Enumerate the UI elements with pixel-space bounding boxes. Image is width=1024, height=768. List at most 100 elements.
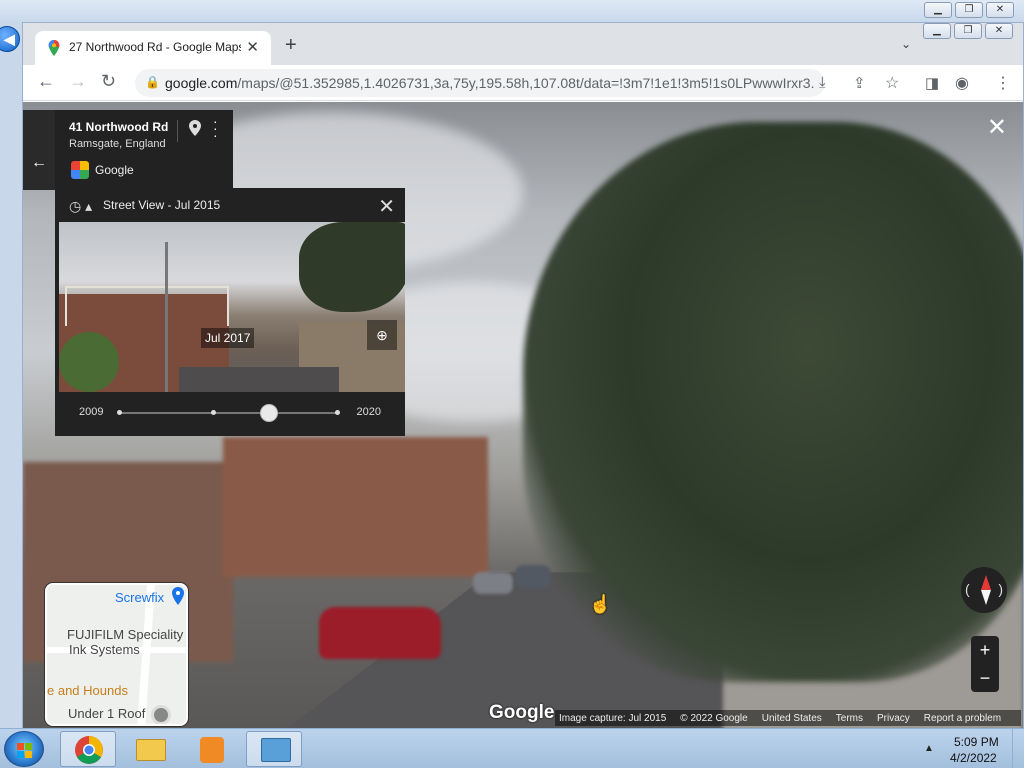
taskbar-media-player[interactable]: [184, 731, 240, 767]
browser-close-button[interactable]: ✕: [985, 23, 1013, 39]
new-tab-button[interactable]: +: [285, 34, 297, 57]
location-pin-icon[interactable]: [189, 120, 201, 136]
brick-building: [223, 437, 488, 577]
divider: [177, 120, 178, 142]
timeline-tick[interactable]: [335, 410, 340, 415]
side-panel-icon[interactable]: ◨: [925, 74, 939, 92]
more-options-icon[interactable]: · · ·: [213, 114, 218, 142]
thumb-plant: [59, 332, 119, 392]
time-machine-header: Street View - Jul 2015: [103, 198, 221, 212]
timeline-tick[interactable]: [117, 410, 122, 415]
google-maps-icon: [48, 40, 60, 56]
host-window-controls: ▁ ❐ ✕: [924, 2, 1014, 18]
place-region: Ramsgate, England: [69, 138, 166, 150]
taskbar-date[interactable]: 4/2/2022: [950, 751, 997, 765]
year-start-label: 2009: [79, 406, 104, 418]
taskbar-file-explorer[interactable]: [122, 731, 178, 767]
tab-close-icon[interactable]: ✕: [246, 38, 259, 56]
url-text[interactable]: google.com/maps/@51.352985,1.4026731,3a,…: [165, 75, 815, 91]
address-card: 41 Northwood Rd Ramsgate, England · · · Go…: [55, 110, 233, 190]
forward-icon[interactable]: →: [69, 71, 87, 92]
mini-map[interactable]: Screwfix FUJIFILM Speciality Ink Systems…: [45, 583, 188, 726]
zoom-out-button[interactable]: −: [971, 664, 999, 692]
rotate-left-icon[interactable]: (: [965, 581, 970, 597]
bookmark-star-icon[interactable]: ☆: [885, 73, 899, 93]
taskbar-chrome[interactable]: [60, 731, 116, 767]
windows-logo-icon: [25, 743, 32, 750]
timeline-slider-track[interactable]: [119, 412, 339, 414]
back-icon[interactable]: ←: [37, 71, 55, 92]
chrome-icon: [75, 736, 103, 764]
host-window-titlebar: [0, 0, 1024, 22]
street-view-panorama[interactable]: ✕ ← 41 Northwood Rd Ramsgate, England · ·…: [23, 102, 1023, 728]
back-arrow-icon: ◀: [4, 31, 15, 47]
remote-desktop-icon: [261, 738, 291, 762]
host-close-button[interactable]: ✕: [986, 2, 1014, 18]
map-label-fujifilm[interactable]: FUJIFILM Speciality: [67, 627, 183, 642]
profile-avatar-icon[interactable]: ◉: [955, 73, 969, 93]
compass-south-icon: [981, 590, 991, 605]
host-minimize-button[interactable]: ▁: [924, 2, 952, 18]
car: [515, 565, 551, 589]
timeline-tick[interactable]: [211, 410, 216, 415]
compass-control[interactable]: ( ): [961, 567, 1007, 613]
rotate-right-icon[interactable]: ): [998, 581, 1003, 597]
install-icon[interactable]: ⤓: [819, 74, 826, 91]
windows-logo-icon: [17, 743, 24, 750]
tab-google-maps[interactable]: 27 Northwood Rd - Google Maps ✕: [35, 31, 271, 65]
attribution-footer: Image capture: Jul 2015 © 2022 Google Un…: [555, 710, 1021, 726]
host-back-button[interactable]: ◀: [0, 26, 22, 52]
show-hidden-icons-icon[interactable]: ▲: [924, 743, 934, 754]
tab-title: 27 Northwood Rd - Google Maps: [69, 40, 241, 54]
place-name: 41 Northwood Rd: [69, 120, 169, 134]
source-label[interactable]: Google: [95, 163, 134, 177]
browser-toolbar: ← → ↻ 🔒 google.com/maps/@51.352985,1.402…: [23, 65, 1023, 101]
image-capture-date: Image capture: Jul 2015: [559, 712, 667, 724]
folder-icon: [136, 739, 166, 761]
timeline-slider-handle[interactable]: [259, 404, 278, 422]
browser-restore-button[interactable]: ❐: [954, 23, 982, 39]
close-icon[interactable]: ✕: [378, 194, 395, 219]
current-location-marker-icon: [151, 705, 171, 724]
google-watermark: Google: [489, 702, 555, 723]
show-desktop-button[interactable]: [1012, 729, 1024, 768]
car: [473, 572, 513, 594]
zoom-in-button[interactable]: +: [971, 636, 999, 664]
report-problem-link[interactable]: Report a problem: [924, 713, 1001, 724]
reload-icon[interactable]: ↻: [101, 71, 116, 92]
map-label-under-1-roof[interactable]: Under 1 Roof: [68, 706, 145, 721]
media-player-icon: [200, 737, 224, 763]
lock-icon[interactable]: 🔒: [145, 75, 160, 89]
map-place-pin-icon[interactable]: [171, 587, 185, 605]
close-street-view-icon[interactable]: ✕: [987, 116, 1007, 140]
address-bar[interactable]: 🔒 google.com/maps/@51.352985,1.4026731,3…: [135, 69, 825, 97]
map-label-ink-systems[interactable]: Ink Systems: [69, 642, 140, 657]
year-end-label: 2020: [356, 406, 381, 418]
taskbar-time[interactable]: 5:09 PM: [954, 735, 999, 749]
terms-link[interactable]: Terms: [836, 713, 863, 724]
map-label-screwfix[interactable]: Screwfix: [115, 590, 164, 605]
host-restore-button[interactable]: ❐: [955, 2, 983, 18]
menu-kebab-icon[interactable]: ⋮: [995, 73, 1011, 93]
country-link[interactable]: United States: [762, 713, 822, 724]
zoom-control: + −: [971, 636, 999, 692]
google-maps-logo-icon: [71, 161, 89, 179]
privacy-link[interactable]: Privacy: [877, 713, 910, 724]
map-label-hounds[interactable]: e and Hounds: [47, 683, 128, 698]
tab-strip: 27 Northwood Rd - Google Maps ✕ + ⌄ ▁ ❐ …: [23, 23, 1023, 65]
hand-cursor-icon: ☝: [589, 594, 612, 614]
start-button[interactable]: [4, 731, 44, 767]
historic-thumbnail[interactable]: [59, 222, 405, 392]
history-clock-icon[interactable]: ◷ ▴: [69, 198, 92, 215]
thumb-lamp-post: [165, 242, 168, 392]
thumb-road: [179, 367, 339, 392]
zoom-in-magnifier-icon[interactable]: ⊕: [367, 320, 397, 350]
thumb-scaffolding: [65, 286, 229, 326]
tab-search-icon[interactable]: ⌄: [901, 37, 911, 51]
back-to-map-button[interactable]: ←: [23, 110, 55, 190]
share-icon[interactable]: ⇪: [853, 74, 866, 92]
copyright: © 2022 Google: [680, 712, 748, 724]
taskbar-remote-app[interactable]: [246, 731, 302, 767]
browser-window: 27 Northwood Rd - Google Maps ✕ + ⌄ ▁ ❐ …: [22, 22, 1024, 728]
browser-minimize-button[interactable]: ▁: [923, 23, 951, 39]
